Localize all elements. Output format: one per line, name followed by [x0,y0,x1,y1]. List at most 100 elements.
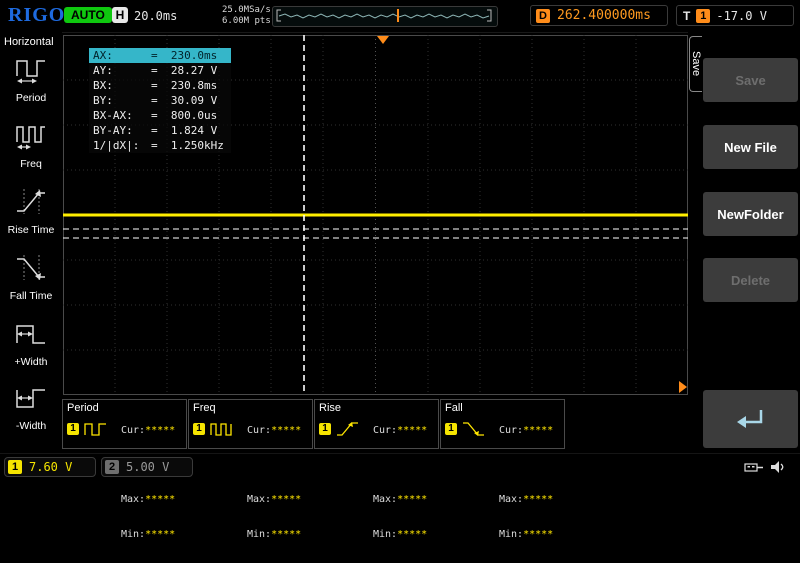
meas-row-value: ***** [271,494,301,505]
cursor-row-label: BY-AY: [93,123,151,138]
measurement-name: Period [67,402,99,414]
rise-time-icon [14,186,48,218]
menu-item-period[interactable]: Period [0,54,62,104]
menu-item-label: Freq [0,158,62,170]
menu-tab-save: Save [689,36,702,92]
measurement-box-fall[interactable]: Fall 1 Cur:***** Avg:***** Max:***** Min… [440,399,565,449]
waveform-display: AX:= 230.0ms AY:= 28.27 V BX:= 230.8ms B… [63,35,688,395]
cursor-row-value: = 1.250kHz [151,138,224,153]
new-file-button[interactable]: New File [703,125,798,169]
meas-row-label: Min: [499,529,523,540]
plus-width-icon [14,318,48,350]
measurement-box-period[interactable]: Period 1 Cur:***** Avg:***** Max:***** M… [62,399,187,449]
measure-category-title: Horizontal [0,32,62,48]
channel1-indicator[interactable]: 1 7.60 V [4,457,96,477]
cursor-row-label: 1/|dX|: [93,138,151,153]
trigger-indicator: T 1 -17.0 V [676,5,794,26]
meas-row-value: ***** [271,529,301,540]
menu-item-label: Period [0,92,62,104]
meas-row-label: Max: [373,494,397,505]
channel2-indicator[interactable]: 2 5.00 V [101,457,193,477]
save-button[interactable]: Save [703,58,798,102]
channel2-badge: 2 [105,460,119,474]
menu-item-fall-time[interactable]: Fall Time [0,252,62,302]
channel-badge: 1 [67,423,79,435]
minus-width-icon [14,382,48,414]
left-measure-menu: Horizontal Period Freq Rise Time [0,32,62,453]
cursor-row-value: = 230.8ms [151,78,217,93]
meas-row-label: Max: [499,494,523,505]
back-button[interactable] [703,390,798,448]
cursor-row-label: BY: [93,93,151,108]
meas-row-value: ***** [397,425,427,436]
menu-item-label: Fall Time [0,290,62,302]
channel-badge: 1 [193,423,205,435]
menu-item-label: -Width [0,420,62,432]
period-icon [14,54,48,86]
meas-row-label: Max: [121,494,145,505]
timebase-value: 20.0ms [134,9,177,23]
cursor-row-value: = 1.824 V [151,123,217,138]
meas-row-value: ***** [145,425,175,436]
memory-waveform-icon [273,7,495,24]
meas-row-label: Min: [247,529,271,540]
cursor-row-by: BY:= 30.09 V [89,93,231,108]
delay-badge: D [536,9,550,23]
memory-waveform-strip [272,6,498,27]
measurement-values: Cur:***** Avg:***** Max:***** Min:***** [121,402,175,563]
cursor-row-label: AX: [93,48,151,63]
cursor-row-value: = 30.09 V [151,93,217,108]
period-meas-icon [84,420,108,438]
meas-row-value: ***** [397,529,427,540]
meas-row-label: Cur: [247,425,271,436]
measurement-name: Rise [319,402,341,414]
usb-icon [744,460,764,475]
bottom-status-bar: 1 7.60 V 2 5.00 V [0,453,800,481]
speaker-icon [770,460,787,475]
cursor-row-label: AY: [93,63,151,78]
measurement-box-rise[interactable]: Rise 1 Cur:***** Avg:***** Max:***** Min… [314,399,439,449]
cursor-row-bx: BX:= 230.8ms [89,78,231,93]
freq-meas-icon [210,420,234,438]
measurement-name: Fall [445,402,463,414]
trigger-position-marker[interactable] [377,36,389,44]
return-arrow-icon [735,406,767,432]
meas-row-label: Cur: [499,425,523,436]
channel2-scale: 5.00 V [126,460,169,474]
cursor-row-value: = 230.0ms [151,48,217,63]
menu-item-minus-width[interactable]: -Width [0,382,62,432]
measurement-values: Cur:***** Avg:***** Max:***** Min:***** [373,402,427,563]
meas-row-value: ***** [271,425,301,436]
cursor-row-value: = 28.27 V [151,63,217,78]
meas-row-label: Max: [247,494,271,505]
cursor-row-label: BX: [93,78,151,93]
cursor-row-ay: AY:= 28.27 V [89,63,231,78]
top-status-bar: RIGOL AUTO H 20.0ms 25.0MSa/s 6.00M pts … [0,0,800,33]
right-softkey-menu: Save Save New File NewFolder Delete [688,32,800,453]
cursor-row-ax: AX:= 230.0ms [89,48,231,63]
memory-depth: 6.00M pts [222,16,271,27]
sample-rate: 25.0MSa/s [222,5,271,16]
meas-row-label: Cur: [121,425,145,436]
trigger-label: T [683,9,690,23]
measurement-box-freq[interactable]: Freq 1 Cur:***** Avg:***** Max:***** Min… [188,399,313,449]
delete-button[interactable]: Delete [703,258,798,302]
menu-item-freq[interactable]: Freq [0,120,62,170]
measurement-values: Cur:***** Avg:***** Max:***** Min:***** [499,402,553,563]
cursor-row-by-ay: BY-AY:= 1.824 V [89,123,231,138]
new-folder-button[interactable]: NewFolder [703,192,798,236]
trigger-level-offscreen-marker[interactable] [679,381,687,393]
menu-item-rise-time[interactable]: Rise Time [0,186,62,236]
meas-row-label: Min: [373,529,397,540]
delay-indicator: D 262.400000ms [530,5,668,26]
menu-item-plus-width[interactable]: +Width [0,318,62,368]
meas-row-value: ***** [523,494,553,505]
run-status-badge[interactable]: AUTO [64,7,112,23]
channel-badge: 1 [319,423,331,435]
fall-time-icon [14,252,48,284]
cursor-measurement-panel: AX:= 230.0ms AY:= 28.27 V BX:= 230.8ms B… [89,48,231,153]
menu-item-label: Rise Time [0,224,62,236]
meas-row-value: ***** [523,425,553,436]
meas-row-value: ***** [523,529,553,540]
measurement-name: Freq [193,402,216,414]
